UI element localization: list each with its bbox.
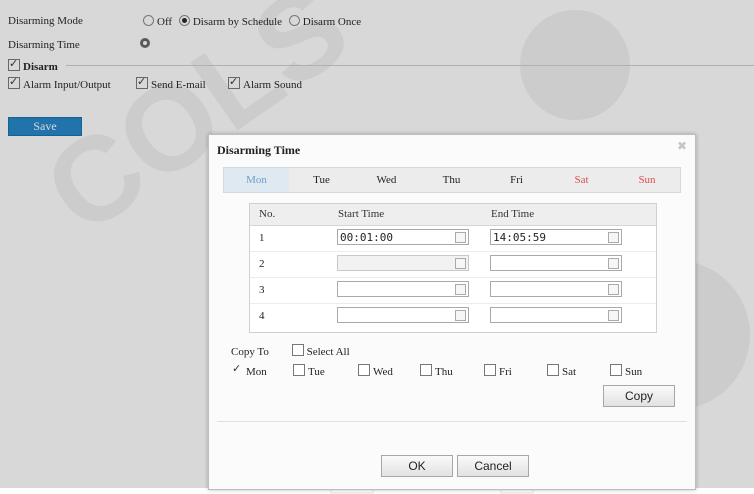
copy-to-label: Copy To	[231, 346, 269, 358]
copy-fri-checkbox[interactable]	[484, 364, 496, 376]
header-no: No.	[259, 208, 276, 220]
copy-day-mon: Mon	[231, 362, 267, 378]
end-time-value: 14:05:59	[493, 231, 546, 244]
header-start-time: Start Time	[338, 208, 385, 220]
copy-wed-label[interactable]: Wed	[373, 366, 393, 378]
time-picker-icon[interactable]	[455, 258, 466, 269]
time-picker-icon[interactable]	[608, 232, 619, 243]
row-number: 1	[259, 232, 265, 244]
disarming-time-dialog: Disarming Time ✖ Mon Tue Wed Thu Fri Sat…	[208, 134, 696, 490]
table-row: 4	[250, 304, 656, 329]
tab-sun[interactable]: Sun	[614, 168, 680, 192]
select-all-checkbox[interactable]	[291, 344, 304, 356]
copy-sat-label[interactable]: Sat	[562, 366, 576, 378]
copy-day-sun: Sun	[610, 364, 642, 378]
end-time-input[interactable]	[490, 281, 622, 297]
copy-sun-checkbox[interactable]	[610, 364, 622, 376]
table-header: No. Start Time End Time	[250, 204, 656, 226]
copy-thu-checkbox[interactable]	[420, 364, 432, 376]
time-picker-icon[interactable]	[608, 284, 619, 295]
start-time-input[interactable]	[337, 307, 469, 323]
select-all-label[interactable]: Select All	[307, 346, 350, 358]
copy-day-thu: Thu	[420, 364, 453, 378]
tab-tue[interactable]: Tue	[289, 168, 354, 192]
tab-sat[interactable]: Sat	[549, 168, 614, 192]
end-time-input[interactable]	[490, 255, 622, 271]
row-number: 4	[259, 310, 265, 322]
day-tabs: Mon Tue Wed Thu Fri Sat Sun	[223, 167, 681, 193]
ok-button[interactable]: OK	[381, 455, 453, 477]
tab-thu[interactable]: Thu	[419, 168, 484, 192]
copy-day-wed: Wed	[358, 364, 393, 378]
copy-day-sat: Sat	[547, 364, 576, 378]
end-time-input[interactable]	[490, 307, 622, 323]
time-picker-icon[interactable]	[608, 258, 619, 269]
start-time-input[interactable]	[337, 281, 469, 297]
tab-wed[interactable]: Wed	[354, 168, 419, 192]
row-number: 3	[259, 284, 265, 296]
start-time-input[interactable]: 00:01:00	[337, 229, 469, 245]
copy-wed-checkbox[interactable]	[358, 364, 370, 376]
copy-tue-checkbox[interactable]	[293, 364, 305, 376]
start-time-value: 00:01:00	[340, 231, 393, 244]
copy-button[interactable]: Copy	[603, 385, 675, 407]
row-number: 2	[259, 258, 265, 270]
time-picker-icon[interactable]	[455, 232, 466, 243]
table-row: 3	[250, 278, 656, 304]
copy-to-row: Copy To Select All	[231, 344, 350, 358]
start-time-input[interactable]	[337, 255, 469, 271]
end-time-input[interactable]: 14:05:59	[490, 229, 622, 245]
copy-tue-label[interactable]: Tue	[308, 366, 325, 378]
copy-fri-label[interactable]: Fri	[499, 366, 512, 378]
time-picker-icon[interactable]	[455, 310, 466, 321]
time-picker-icon[interactable]	[608, 310, 619, 321]
close-icon[interactable]: ✖	[677, 139, 687, 153]
header-end-time: End Time	[491, 208, 535, 220]
copy-mon-label[interactable]: Mon	[246, 366, 267, 378]
table-row: 1 00:01:00 14:05:59	[250, 226, 656, 252]
copy-thu-label[interactable]: Thu	[435, 366, 453, 378]
copy-mon-checkbox[interactable]	[231, 362, 243, 376]
tab-fri[interactable]: Fri	[484, 168, 549, 192]
copy-day-tue: Tue	[293, 364, 325, 378]
dialog-divider	[217, 421, 687, 422]
time-picker-icon[interactable]	[455, 284, 466, 295]
schedule-table: No. Start Time End Time 1 00:01:00 14:05…	[249, 203, 657, 333]
table-row: 2	[250, 252, 656, 278]
tab-mon[interactable]: Mon	[224, 168, 289, 192]
cancel-button[interactable]: Cancel	[457, 455, 529, 477]
copy-day-fri: Fri	[484, 364, 512, 378]
dialog-title: Disarming Time	[217, 143, 301, 157]
copy-sun-label[interactable]: Sun	[625, 366, 642, 378]
copy-sat-checkbox[interactable]	[547, 364, 559, 376]
